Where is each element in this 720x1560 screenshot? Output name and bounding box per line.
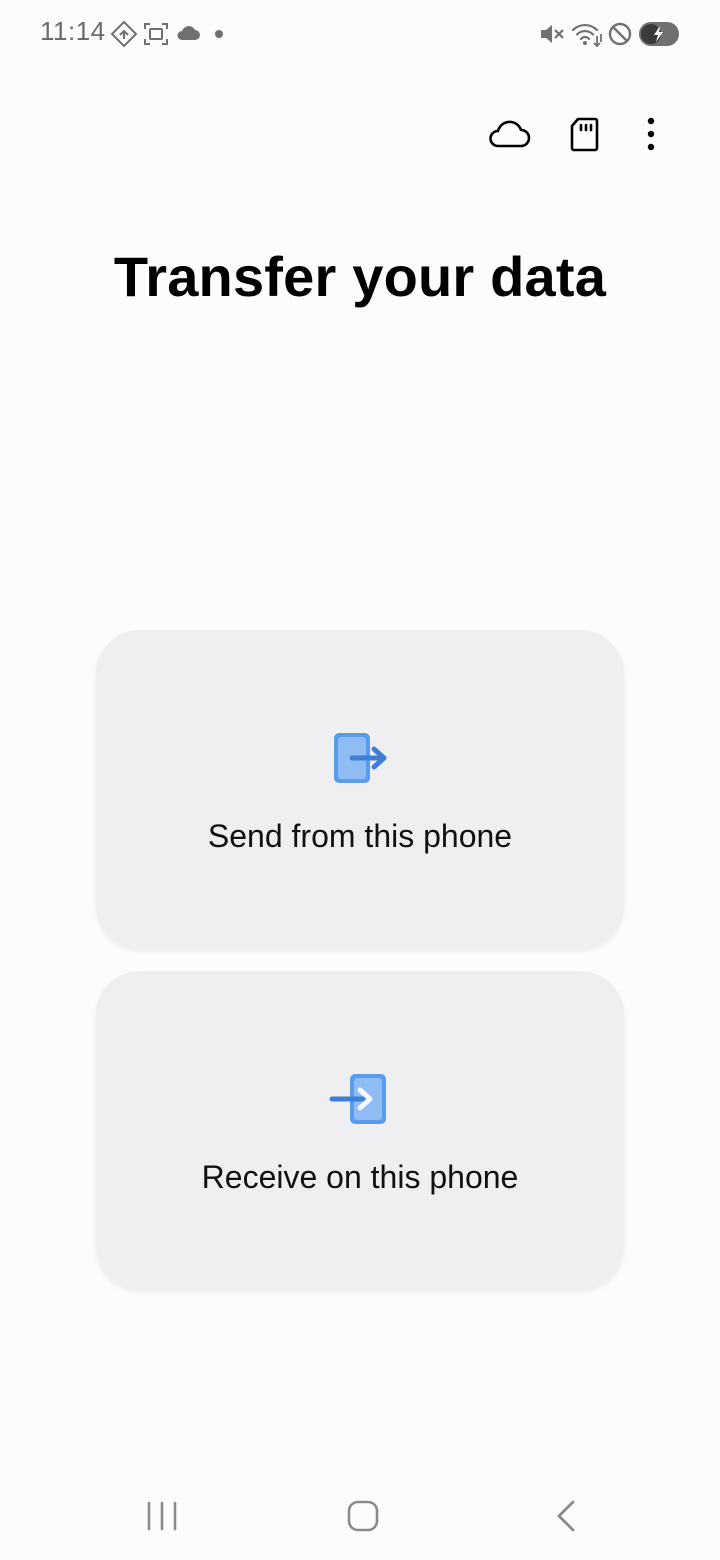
navigation-diamond-icon [110, 20, 138, 48]
mute-icon [538, 20, 566, 48]
battery-charging-icon [638, 20, 680, 48]
home-button[interactable] [333, 1490, 393, 1542]
more-options-button[interactable] [627, 110, 675, 158]
screenshot-icon [142, 20, 170, 48]
send-from-this-phone-button[interactable]: Send from this phone [96, 630, 624, 948]
page-title: Transfer your data [113, 245, 607, 308]
receive-option-label: Receive on this phone [201, 1159, 519, 1195]
smart-switch-screen: 11:14 Transfer your data Send from this … [0, 0, 720, 1560]
receive-on-this-phone-button[interactable]: Receive on this phone [96, 971, 624, 1289]
do-not-disturb-icon [606, 20, 634, 48]
dot-icon [206, 20, 234, 48]
status-time: 11:14 [40, 16, 106, 46]
sd-card-button[interactable] [560, 110, 608, 158]
send-phone-icon [328, 730, 392, 786]
recents-button[interactable] [132, 1490, 192, 1542]
receive-phone-icon [328, 1071, 392, 1127]
wifi-icon [570, 20, 604, 48]
cloud-button[interactable] [484, 110, 534, 158]
back-button[interactable] [536, 1490, 596, 1542]
send-option-label: Send from this phone [207, 818, 513, 854]
status-bar: 11:14 [0, 0, 720, 68]
cloud-icon [174, 20, 202, 48]
